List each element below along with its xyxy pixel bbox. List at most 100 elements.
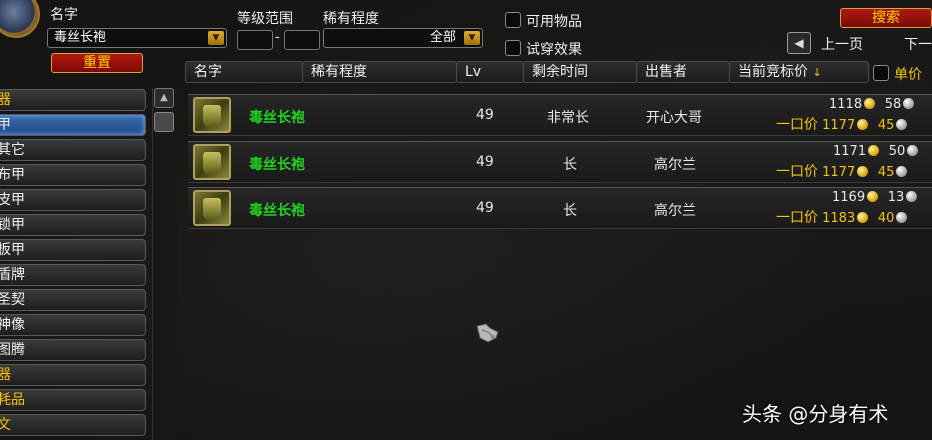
level-range-label: 等级范围 — [237, 11, 293, 27]
buyout-gold: 1177 — [822, 118, 856, 133]
sidebar-item-plate[interactable]: 板甲 — [0, 239, 146, 261]
silver-coin-icon — [896, 212, 908, 223]
gold-coin-icon — [857, 119, 869, 130]
gold-coin-icon — [868, 145, 880, 156]
unit-price-label: 单价 — [894, 67, 922, 83]
buyout-silver: 45 — [877, 165, 895, 180]
rarity-filter-label: 稀有程度 — [323, 11, 379, 27]
gold-coin-icon — [864, 98, 876, 109]
sidebar-item-shields[interactable]: 盾牌 — [0, 264, 146, 286]
gold-coin-icon — [867, 191, 879, 202]
name-dropdown-arrow-icon[interactable]: ▼ — [208, 31, 224, 45]
buyout-silver: 40 — [877, 211, 895, 226]
level-range-dash: - — [275, 30, 280, 45]
item-time-left: 非常长 — [547, 110, 589, 126]
auction-row[interactable]: 毒丝长袍 49 长 高尔兰 1171 50 一口价 1177 45 — [188, 141, 932, 183]
item-name[interactable]: 毒丝长袍 — [249, 200, 305, 220]
name-filter-label: 名字 — [50, 7, 78, 23]
silver-coin-icon — [906, 191, 918, 202]
sidebar-item-idols[interactable]: 神像 — [0, 314, 146, 336]
try-on-checkbox[interactable] — [505, 40, 521, 56]
gauntlet-cursor-icon — [476, 323, 499, 343]
auction-row[interactable]: 毒丝长袍 49 长 高尔兰 1169 13 一口价 1183 40 — [188, 187, 932, 229]
auction-row[interactable]: 毒丝长袍 49 非常长 开心大哥 1118 58 一口价 1177 45 — [188, 94, 932, 136]
watermark-text: 头条 @分身有术 — [742, 402, 889, 426]
robe-item-icon[interactable] — [193, 97, 231, 133]
level-max-input[interactable] — [284, 30, 320, 50]
name-filter-input[interactable]: 毒丝长袍 ▼ — [47, 28, 227, 48]
sidebar-item-weapons[interactable]: 器 — [0, 89, 146, 111]
sidebar-item-totems[interactable]: 图腾 — [0, 339, 146, 361]
try-on-label: 试穿效果 — [526, 42, 582, 58]
item-time-left: 长 — [563, 157, 577, 173]
sidebar-item-mail[interactable]: 锁甲 — [0, 214, 146, 236]
silver-coin-icon — [907, 145, 919, 156]
buyout-price: 一口价 1177 45 — [776, 161, 908, 181]
column-header-time-left[interactable]: 剩余时间 — [523, 61, 637, 83]
bid-price: 1169 13 — [832, 190, 918, 205]
sort-down-arrow-icon: ↓ — [812, 66, 822, 79]
scroll-up-arrow-icon[interactable]: ▲ — [154, 88, 174, 108]
sidebar-item-consumables[interactable]: 耗品 — [0, 389, 146, 411]
buyout-silver: 45 — [877, 118, 895, 133]
item-name[interactable]: 毒丝长袍 — [249, 107, 305, 127]
buyout-label: 一口价 — [776, 164, 818, 180]
rarity-dropdown-arrow-icon[interactable]: ▼ — [464, 31, 480, 45]
item-name[interactable]: 毒丝长袍 — [249, 154, 305, 174]
rarity-dropdown[interactable]: 全部 ▼ — [323, 28, 483, 48]
item-level: 49 — [476, 200, 494, 216]
sidebar-item-containers[interactable]: 器 — [0, 364, 146, 386]
silver-coin-icon — [903, 98, 915, 109]
item-level: 49 — [476, 107, 494, 123]
gold-coin-icon — [857, 212, 869, 223]
sidebar-item-misc[interactable]: 其它 — [0, 139, 146, 161]
prev-page-button[interactable]: 上一页 — [821, 34, 863, 54]
column-header-name[interactable]: 名字 — [185, 61, 303, 83]
buyout-label: 一口价 — [776, 210, 818, 226]
next-page-button[interactable]: 下一 — [904, 34, 932, 54]
silver-coin-icon — [896, 119, 908, 130]
item-time-left: 长 — [563, 203, 577, 219]
bid-gold: 1118 — [829, 97, 863, 112]
bid-price: 1118 58 — [829, 97, 915, 112]
bid-silver: 58 — [884, 97, 902, 112]
prev-page-arrow-icon[interactable]: ◀ — [787, 32, 811, 54]
buyout-price: 一口价 1183 40 — [776, 207, 908, 227]
search-button[interactable]: 搜索 — [840, 8, 932, 28]
current-bid-label: 当前竞标价 — [738, 64, 808, 80]
buyout-gold: 1183 — [822, 211, 856, 226]
item-seller: 开心大哥 — [646, 110, 702, 126]
bid-silver: 13 — [887, 190, 905, 205]
bid-price: 1171 50 — [833, 144, 919, 159]
unit-price-checkbox[interactable] — [873, 65, 889, 81]
bid-silver: 50 — [888, 144, 906, 159]
name-filter-value: 毒丝长袍 — [54, 30, 107, 45]
item-seller: 高尔兰 — [654, 157, 696, 173]
robe-item-icon[interactable] — [193, 190, 231, 226]
buyout-gold: 1177 — [822, 165, 856, 180]
column-header-seller[interactable]: 出售者 — [636, 61, 730, 83]
bid-gold: 1169 — [832, 190, 866, 205]
sidebar-item-glyphs[interactable]: 文 — [0, 414, 146, 436]
sidebar-item-cloth[interactable]: 布甲 — [0, 164, 146, 186]
buyout-price: 一口价 1177 45 — [776, 114, 908, 134]
usable-items-label: 可用物品 — [526, 14, 582, 30]
sidebar-item-librams[interactable]: 圣契 — [0, 289, 146, 311]
item-seller: 高尔兰 — [654, 203, 696, 219]
bid-gold: 1171 — [833, 144, 867, 159]
buyout-label: 一口价 — [776, 117, 818, 133]
item-level: 49 — [476, 154, 494, 170]
robe-item-icon[interactable] — [193, 144, 231, 180]
column-header-current-bid[interactable]: 当前竞标价 ↓ — [729, 61, 869, 83]
sidebar-item-leather[interactable]: 皮甲 — [0, 189, 146, 211]
sidebar-scrollbar[interactable] — [152, 88, 177, 440]
scroll-thumb[interactable] — [154, 112, 174, 132]
reset-button[interactable]: 重置 — [51, 53, 143, 73]
usable-items-checkbox[interactable] — [505, 12, 521, 28]
column-header-level[interactable]: Lv — [456, 61, 524, 83]
silver-coin-icon — [896, 166, 908, 177]
level-min-input[interactable] — [237, 30, 273, 50]
column-header-rarity[interactable]: 稀有程度 — [302, 61, 457, 83]
rarity-dropdown-value: 全部 — [429, 30, 456, 45]
sidebar-item-armor[interactable]: 甲 — [0, 114, 146, 136]
